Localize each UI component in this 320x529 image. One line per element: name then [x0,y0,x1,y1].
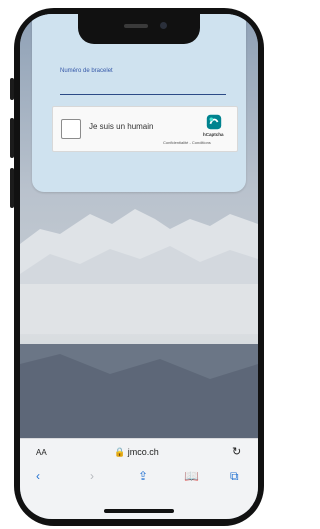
hcaptcha-widget: Je suis un humain hCaptcha Confidentiali… [52,106,238,152]
captcha-label: Je suis un humain [89,122,154,131]
back-icon[interactable]: ‹ [36,469,40,483]
captcha-checkbox[interactable] [61,119,81,139]
speaker [124,24,148,28]
tabs-icon[interactable]: ⧉ [230,469,239,484]
address-bar[interactable]: AA 🔒 jmco.ch ↻ [20,439,258,465]
navigation-row: ‹ › ⇪ 📖 ⧉ [20,469,258,489]
forward-icon[interactable]: › [90,469,94,483]
bracelet-number-input[interactable] [60,94,226,95]
browser-toolbar: AA 🔒 jmco.ch ↻ ‹ › ⇪ 📖 ⧉ [20,438,258,519]
url-domain: jmco.ch [127,447,159,457]
hcaptcha-links[interactable]: Confidentialité - Conditions [163,140,211,145]
share-icon[interactable]: ⇪ [138,469,148,483]
bookmarks-icon[interactable]: 📖 [184,469,199,483]
front-camera [160,22,167,29]
hcaptcha-logo-icon [206,114,222,130]
bracelet-number-label: Numéro de bracelet [60,68,113,74]
reload-icon[interactable]: ↻ [232,445,241,458]
text-size-button[interactable]: AA [36,448,47,457]
home-indicator [104,509,174,513]
volume-down-button [10,168,14,208]
mute-switch [10,78,14,100]
phone-screen: Numéro de bracelet Je suis un humain hCa… [20,14,258,519]
volume-up-button [10,118,14,158]
url-text[interactable]: 🔒 jmco.ch [114,447,159,458]
notch [78,14,200,44]
hcaptcha-brand: hCaptcha [203,132,224,137]
